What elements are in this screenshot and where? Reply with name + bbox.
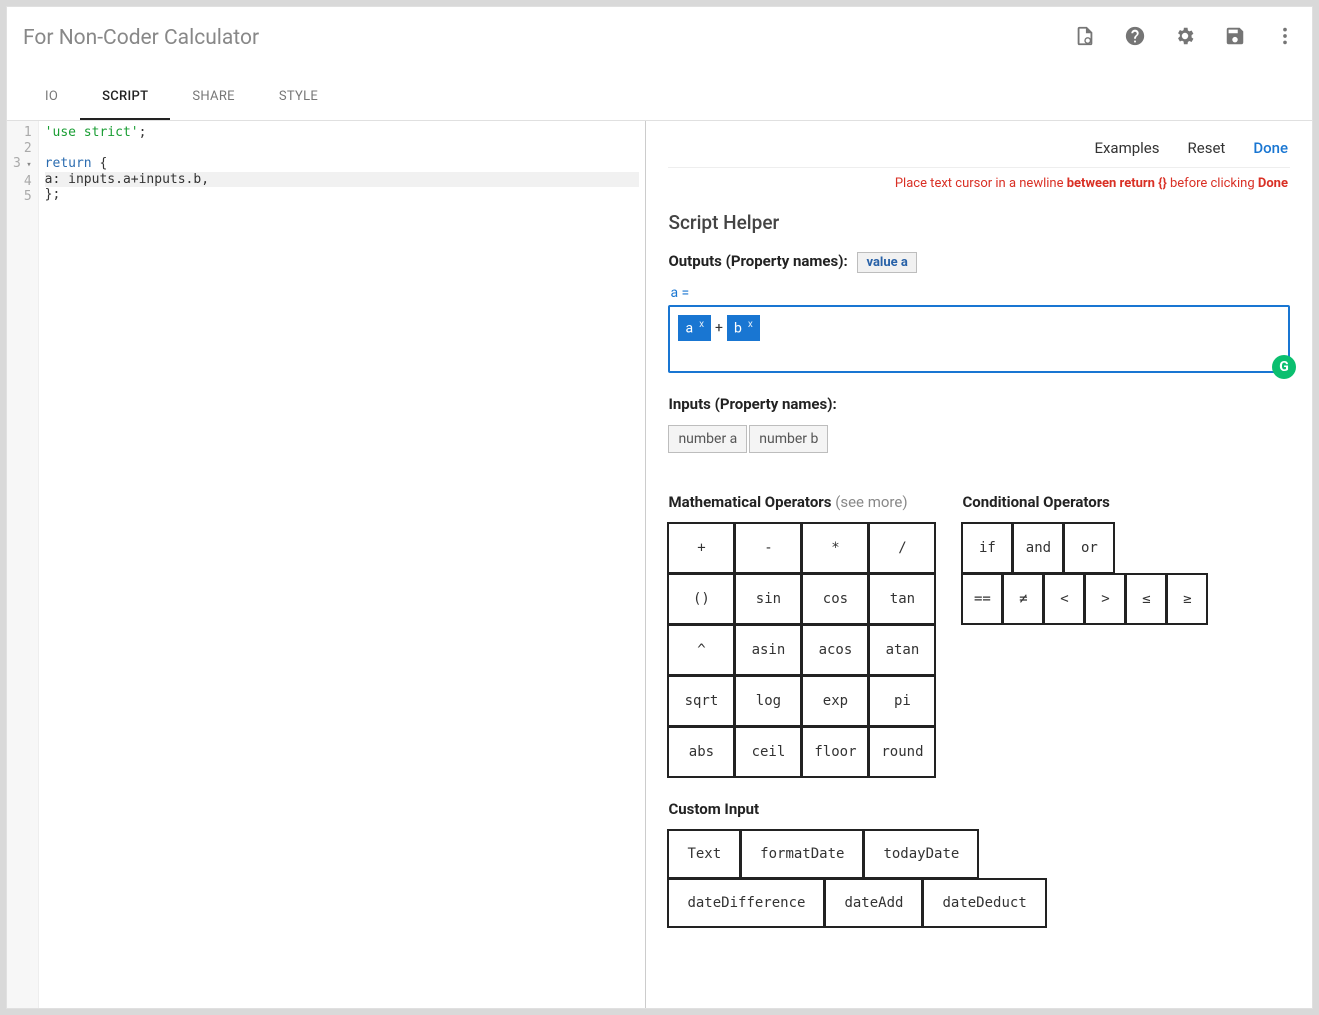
operator-button[interactable]: log xyxy=(734,675,802,727)
app-frame: For Non-Coder Calculator IO SCRIPT SHARE… xyxy=(6,6,1313,1009)
conditional-operators: Conditional Operators ifandor ==≠<>≤≥ xyxy=(962,481,1208,778)
math-operators: Mathematical Operators (see more) +-*/ ()… xyxy=(668,481,936,778)
page-title: For Non-Coder Calculator xyxy=(23,26,259,50)
operator-button[interactable]: == xyxy=(961,573,1003,625)
code-editor[interactable]: 12345 'use strict'; return {a: inputs.a+… xyxy=(7,121,646,1008)
see-more-link[interactable]: (see more) xyxy=(835,493,907,511)
save-icon[interactable] xyxy=(1224,25,1246,51)
operator-button[interactable]: ≤ xyxy=(1125,573,1167,625)
input-pill[interactable]: number b xyxy=(749,425,828,453)
remove-icon[interactable]: x xyxy=(748,319,753,330)
inputs-row: number anumber b xyxy=(668,425,1290,453)
inputs-heading: Inputs (Property names): xyxy=(668,395,1290,413)
output-chip[interactable]: value a xyxy=(857,252,916,273)
operator-button[interactable]: sin xyxy=(734,573,802,625)
operator-button[interactable]: cos xyxy=(801,573,869,625)
operator-button[interactable]: atan xyxy=(868,624,936,676)
operator-button[interactable]: ≠ xyxy=(1002,573,1044,625)
header-toolbar xyxy=(1074,25,1296,51)
operator-button[interactable]: asin xyxy=(734,624,802,676)
custom-heading: Custom Input xyxy=(668,800,1290,818)
tab-style[interactable]: STYLE xyxy=(257,77,340,120)
operator-button[interactable]: Text xyxy=(667,829,741,879)
operator-button[interactable]: abs xyxy=(667,726,735,778)
formula-token[interactable]: ax xyxy=(678,315,711,341)
script-helper-title: Script Helper xyxy=(668,211,1290,234)
operator-button[interactable]: round xyxy=(868,726,936,778)
operator-button[interactable]: if xyxy=(961,522,1013,574)
file-icon[interactable] xyxy=(1074,25,1096,51)
header: For Non-Coder Calculator xyxy=(7,7,1312,59)
script-helper-pane: Examples Reset Done Place text cursor in… xyxy=(646,121,1312,1008)
tab-script[interactable]: SCRIPT xyxy=(80,77,170,120)
formula-label: a = xyxy=(670,285,1290,301)
tab-io[interactable]: IO xyxy=(23,77,80,120)
operator-button[interactable]: floor xyxy=(801,726,869,778)
done-link[interactable]: Done xyxy=(1253,139,1288,157)
formula-operator: + xyxy=(711,320,727,336)
examples-link[interactable]: Examples xyxy=(1094,139,1159,157)
operator-button[interactable]: pi xyxy=(868,675,936,727)
tabs: IO SCRIPT SHARE STYLE xyxy=(7,77,1312,121)
operator-button[interactable]: tan xyxy=(868,573,936,625)
helper-hint: Place text cursor in a newline between r… xyxy=(668,168,1290,199)
reset-link[interactable]: Reset xyxy=(1188,139,1226,157)
operator-button[interactable]: sqrt xyxy=(667,675,735,727)
outputs-heading: Outputs (Property names): value a xyxy=(668,252,1290,273)
operator-button[interactable]: dateDeduct xyxy=(922,878,1046,928)
operator-sections: Mathematical Operators (see more) +-*/ ()… xyxy=(668,481,1290,778)
more-icon[interactable] xyxy=(1274,25,1296,51)
editor-code[interactable]: 'use strict'; return {a: inputs.a+inputs… xyxy=(39,121,646,1008)
custom-operators: TextformatDatetodayDatedateDifferencedat… xyxy=(668,830,1290,928)
operator-button[interactable]: and xyxy=(1012,522,1064,574)
tab-share[interactable]: SHARE xyxy=(170,77,257,120)
operator-button[interactable]: acos xyxy=(801,624,869,676)
remove-icon[interactable]: x xyxy=(699,319,704,330)
operator-button[interactable]: () xyxy=(667,573,735,625)
operator-button[interactable]: * xyxy=(801,522,869,574)
operator-button[interactable]: or xyxy=(1063,522,1115,574)
operator-button[interactable]: todayDate xyxy=(863,829,979,879)
operator-button[interactable]: / xyxy=(868,522,936,574)
formula-token[interactable]: bx xyxy=(727,315,760,341)
grammarly-icon: G xyxy=(1272,355,1296,379)
help-icon[interactable] xyxy=(1124,25,1146,51)
helper-top-links: Examples Reset Done xyxy=(668,133,1290,168)
math-heading: Mathematical Operators (see more) xyxy=(668,493,936,511)
operator-button[interactable]: dateAdd xyxy=(824,878,923,928)
operator-button[interactable]: > xyxy=(1084,573,1126,625)
operator-button[interactable]: ^ xyxy=(667,624,735,676)
body: 12345 'use strict'; return {a: inputs.a+… xyxy=(7,121,1312,1008)
editor-gutter: 12345 xyxy=(7,121,39,1008)
operator-button[interactable]: formatDate xyxy=(740,829,864,879)
operator-button[interactable]: dateDifference xyxy=(667,878,825,928)
operator-button[interactable]: ≥ xyxy=(1166,573,1208,625)
operator-button[interactable]: - xyxy=(734,522,802,574)
operator-button[interactable]: exp xyxy=(801,675,869,727)
operator-button[interactable]: < xyxy=(1043,573,1085,625)
gear-icon[interactable] xyxy=(1174,25,1196,51)
operator-button[interactable]: + xyxy=(667,522,735,574)
input-pill[interactable]: number a xyxy=(668,425,747,453)
cond-heading: Conditional Operators xyxy=(962,493,1208,511)
operator-button[interactable]: ceil xyxy=(734,726,802,778)
formula-editor[interactable]: ax+bxG xyxy=(668,305,1290,373)
